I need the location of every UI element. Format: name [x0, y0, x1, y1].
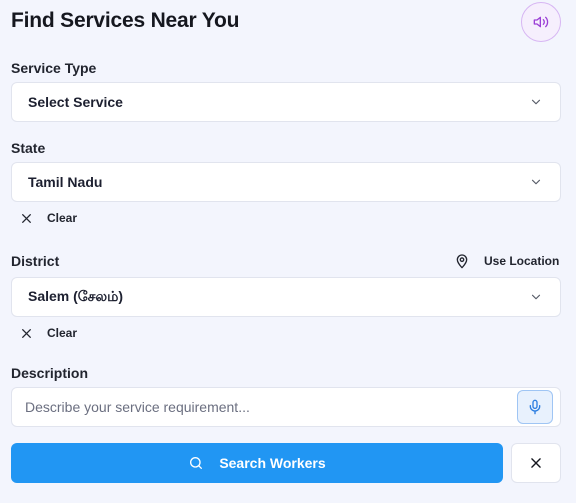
state-label: State: [11, 140, 46, 156]
chevron-down-icon: [531, 99, 541, 105]
close-icon: [531, 458, 541, 468]
state-clear-label: Clear: [47, 211, 78, 225]
service-type-label: Service Type: [11, 60, 97, 76]
close-icon: [22, 213, 31, 223]
chevron-down-icon: [531, 179, 541, 185]
search-icon: [190, 457, 203, 469]
page-title: Find Services Near You: [11, 9, 240, 32]
text-to-speech-button[interactable]: [521, 2, 561, 42]
close-icon: [22, 328, 31, 338]
use-location-button[interactable]: Use Location: [454, 251, 559, 271]
district-label: District: [11, 253, 60, 269]
search-workers-label: Search Workers: [219, 455, 326, 471]
district-select[interactable]: Salem (சேலம்): [11, 277, 561, 317]
district-clear-label: Clear: [47, 326, 78, 340]
district-clear-button[interactable]: Clear: [20, 324, 77, 342]
use-location-label: Use Location: [484, 254, 560, 268]
microphone-icon: [529, 399, 541, 415]
state-select[interactable]: Tamil Nadu: [11, 162, 561, 202]
description-label: Description: [11, 365, 89, 381]
state-value: Tamil Nadu: [28, 174, 103, 190]
reset-button[interactable]: [511, 443, 561, 483]
service-type-value: Select Service: [28, 94, 123, 110]
description-input[interactable]: [11, 387, 561, 427]
search-workers-button[interactable]: Search Workers: [11, 443, 503, 483]
speaker-icon: [533, 16, 549, 28]
find-services-page: Find Services Near You Service Type Sele…: [0, 0, 576, 503]
service-type-select[interactable]: Select Service: [11, 82, 561, 122]
state-clear-button[interactable]: Clear: [20, 209, 77, 227]
map-pin-icon: [456, 254, 468, 269]
voice-input-button[interactable]: [517, 390, 553, 424]
district-value: Salem (சேலம்): [28, 287, 124, 304]
chevron-down-icon: [531, 294, 541, 300]
